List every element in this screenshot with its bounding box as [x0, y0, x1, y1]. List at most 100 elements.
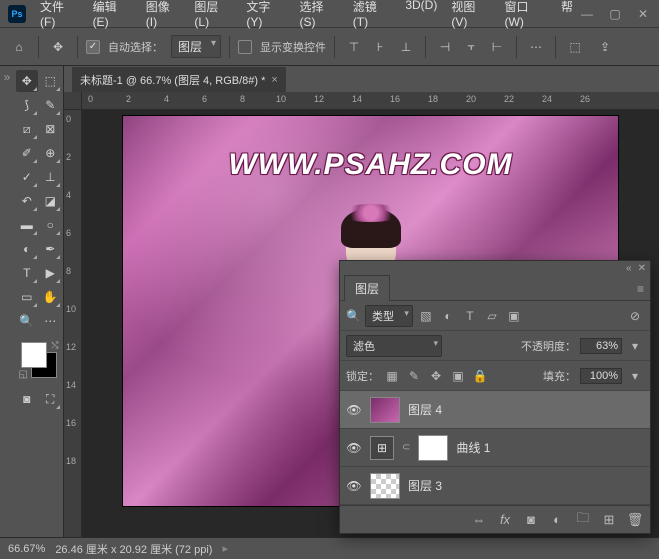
- home-icon[interactable]: ⌂: [8, 36, 30, 58]
- minimize-button[interactable]: —: [579, 7, 595, 21]
- lock-all-icon[interactable]: 🔒: [471, 367, 489, 385]
- menu-3d[interactable]: 3D(D): [399, 0, 443, 32]
- menu-view[interactable]: 视图(V): [445, 0, 496, 32]
- lock-nest-icon[interactable]: ▣: [449, 367, 467, 385]
- new-layer-icon[interactable]: ⊞: [600, 511, 618, 529]
- menu-edit[interactable]: 编辑(E): [87, 0, 138, 32]
- layers-tab[interactable]: 图层: [344, 275, 390, 301]
- swap-colors-icon[interactable]: ⤭: [51, 340, 58, 351]
- crop-tool[interactable]: ⧄: [16, 118, 38, 140]
- brush-tool[interactable]: ✓: [16, 166, 38, 188]
- filter-shape-icon[interactable]: ▱: [483, 307, 501, 325]
- layer-item[interactable]: 👁 图层 4: [340, 391, 650, 429]
- layer-name[interactable]: 图层 4: [408, 401, 442, 418]
- fill-input[interactable]: 100%: [580, 368, 622, 384]
- panel-collapse-icon[interactable]: «: [626, 263, 632, 274]
- align-hmid-icon[interactable]: ⫟: [460, 36, 482, 58]
- document-dimensions[interactable]: 26.46 厘米 x 20.92 厘米 (72 ppi): [55, 541, 212, 557]
- align-left-icon[interactable]: ⊣: [434, 36, 456, 58]
- layer-item[interactable]: 👁 图层 3: [340, 467, 650, 505]
- opacity-drop-icon[interactable]: ▾: [626, 337, 644, 355]
- panel-collapse-left[interactable]: »: [0, 66, 14, 537]
- edit-toolbar[interactable]: ⋯: [40, 310, 62, 332]
- default-colors-icon[interactable]: ◱: [19, 369, 28, 380]
- group-icon[interactable]: 🗀: [574, 511, 592, 529]
- align-vmid-icon[interactable]: ⊦: [369, 36, 391, 58]
- auto-select-checkbox[interactable]: ✓: [86, 40, 100, 54]
- 3d-mode-icon[interactable]: ⬚: [564, 36, 586, 58]
- move-tool-icon[interactable]: ✥: [47, 36, 69, 58]
- lock-paint-icon[interactable]: ✎: [405, 367, 423, 385]
- move-tool[interactable]: ✥: [16, 70, 38, 92]
- tab-close-icon[interactable]: ×: [271, 74, 277, 86]
- menu-layer[interactable]: 图层(L): [188, 0, 238, 32]
- eyedropper-tool[interactable]: ✐: [16, 142, 38, 164]
- distribute-icon[interactable]: ⋯: [525, 36, 547, 58]
- layer-item[interactable]: 👁 ⊞ ⊂ 曲线 1: [340, 429, 650, 467]
- blend-mode-select[interactable]: 滤色: [346, 335, 442, 357]
- share-icon[interactable]: ⇪: [594, 36, 616, 58]
- mask-icon[interactable]: ◙: [522, 511, 540, 529]
- menu-type[interactable]: 文字(Y): [240, 0, 291, 32]
- delete-layer-icon[interactable]: 🗑: [626, 511, 644, 529]
- blur-tool[interactable]: ○: [40, 214, 62, 236]
- hand-tool[interactable]: ✋: [40, 286, 62, 308]
- auto-select-target[interactable]: 图层: [171, 35, 221, 58]
- marquee-tool[interactable]: ⬚: [40, 70, 62, 92]
- align-bottom-icon[interactable]: ⊥: [395, 36, 417, 58]
- ruler-horizontal[interactable]: 02468101214161820222426: [82, 92, 659, 110]
- visibility-icon[interactable]: 👁: [346, 441, 362, 455]
- filter-type-select[interactable]: 类型: [365, 305, 413, 327]
- stamp-tool[interactable]: ⊥: [40, 166, 62, 188]
- lasso-tool[interactable]: ⟆: [16, 94, 38, 116]
- ruler-origin[interactable]: [64, 92, 82, 110]
- menu-file[interactable]: 文件(F): [34, 0, 85, 32]
- shape-tool[interactable]: ▭: [16, 286, 38, 308]
- type-tool[interactable]: T: [16, 262, 38, 284]
- zoom-tool[interactable]: 🔍: [16, 310, 38, 332]
- menu-help[interactable]: 帮: [555, 0, 579, 32]
- history-brush-tool[interactable]: ↶: [16, 190, 38, 212]
- panel-menu-icon[interactable]: ≡: [631, 278, 650, 300]
- fill-drop-icon[interactable]: ▾: [626, 367, 644, 385]
- zoom-level[interactable]: 66.67%: [8, 543, 45, 555]
- gradient-tool[interactable]: ▬: [16, 214, 38, 236]
- lock-pos-icon[interactable]: ✥: [427, 367, 445, 385]
- link-layers-icon[interactable]: ⇔: [470, 511, 488, 529]
- color-swatches[interactable]: ⤭ ◱: [19, 340, 59, 380]
- layer-name[interactable]: 曲线 1: [456, 439, 490, 456]
- pen-tool[interactable]: ✒: [40, 238, 62, 260]
- maximize-button[interactable]: ▢: [607, 7, 623, 21]
- quickmask-tool[interactable]: ◙: [16, 388, 38, 410]
- lock-trans-icon[interactable]: ▦: [383, 367, 401, 385]
- panel-close-icon[interactable]: ✕: [638, 263, 646, 274]
- visibility-icon[interactable]: 👁: [346, 403, 362, 417]
- foreground-color[interactable]: [21, 342, 47, 368]
- adjustment-icon[interactable]: ⊞: [370, 436, 394, 460]
- path-select-tool[interactable]: ▶: [40, 262, 62, 284]
- screenmode-tool[interactable]: ⛶: [40, 388, 62, 410]
- mask-thumbnail[interactable]: [418, 435, 448, 461]
- align-top-icon[interactable]: ⊤: [343, 36, 365, 58]
- layer-thumbnail[interactable]: [370, 473, 400, 499]
- layer-thumbnail[interactable]: [370, 397, 400, 423]
- frame-tool[interactable]: ⊠: [40, 118, 62, 140]
- quick-select-tool[interactable]: ✎: [40, 94, 62, 116]
- close-button[interactable]: ✕: [635, 7, 651, 21]
- adjustment-layer-icon[interactable]: ◐: [548, 511, 566, 529]
- healing-tool[interactable]: ⊕: [40, 142, 62, 164]
- align-right-icon[interactable]: ⊢: [486, 36, 508, 58]
- layer-name[interactable]: 图层 3: [408, 477, 442, 494]
- filter-smart-icon[interactable]: ▣: [505, 307, 523, 325]
- show-transform-checkbox[interactable]: [238, 40, 252, 54]
- menu-window[interactable]: 窗口(W): [499, 0, 553, 32]
- menu-select[interactable]: 选择(S): [294, 0, 345, 32]
- menu-filter[interactable]: 滤镜(T): [347, 0, 398, 32]
- filter-pixel-icon[interactable]: ▧: [417, 307, 435, 325]
- fx-icon[interactable]: fx: [496, 511, 514, 529]
- filter-type-icon[interactable]: T: [461, 307, 479, 325]
- filter-adjust-icon[interactable]: ◐: [439, 307, 457, 325]
- dodge-tool[interactable]: ◐: [16, 238, 38, 260]
- filter-toggle-icon[interactable]: ⊘: [626, 307, 644, 325]
- menu-image[interactable]: 图像(I): [140, 0, 187, 32]
